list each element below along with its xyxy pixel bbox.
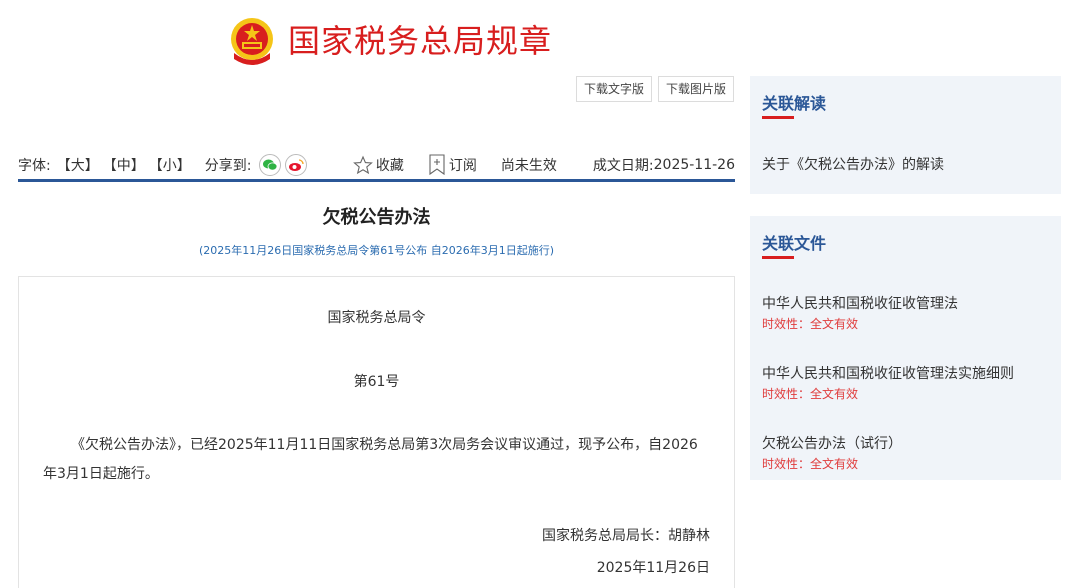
signature: 国家税务总局局长：胡静林 <box>542 528 710 544</box>
title-underline <box>762 116 794 119</box>
font-size-label: 字体: <box>18 157 51 174</box>
article-toolbar: 字体: 【大】 【中】 【小】 分享到: 收藏 订阅 尚未生效 成文日期: 20… <box>18 150 735 182</box>
download-image-button[interactable]: 下载图片版 <box>657 76 734 102</box>
related-interpretation-title: 关联解读 <box>762 94 827 113</box>
date-value: 2025-11-26 <box>653 156 735 173</box>
font-medium-button[interactable]: 【中】 <box>103 155 145 175</box>
order-heading: 国家税务总局令 <box>327 310 426 326</box>
article-title: 欠税公告办法 <box>322 207 431 228</box>
national-emblem-icon <box>231 18 273 65</box>
favorite-label: 收藏 <box>375 157 404 174</box>
title-underline <box>762 256 794 259</box>
validity-status: 时效性：全文有效 <box>762 387 859 401</box>
related-files-panel: 关联文件 中华人民共和国税收征收管理法 时效性：全文有效 中华人民共和国税收征收… <box>750 216 1061 480</box>
favorite-button[interactable]: 收藏 <box>353 155 404 175</box>
subscribe-label: 订阅 <box>448 157 477 174</box>
subscribe-icon <box>429 153 445 175</box>
order-number: 第61号 <box>353 374 400 390</box>
related-interpretation-link[interactable]: 关于《欠税公告办法》的解读 <box>762 154 944 174</box>
article-body: 国家税务总局令 第61号 《欠税公告办法》，已经2025年11月11日国家税务总… <box>18 276 735 588</box>
date-label: 成文日期: <box>592 157 654 174</box>
validity-status: 时效性：全文有效 <box>762 457 859 471</box>
related-file-link[interactable]: 欠税公告办法（试行） <box>762 433 902 453</box>
related-interpretation-panel: 关联解读 关于《欠税公告办法》的解读 <box>750 76 1061 194</box>
download-buttons: 下载文字版 下载图片版 <box>575 76 734 102</box>
font-large-button[interactable]: 【大】 <box>57 155 99 175</box>
article-paragraph: 《欠税公告办法》，已经2025年11月11日国家税务总局第3次局务会议审议通过，… <box>43 437 698 482</box>
weibo-share-icon[interactable] <box>285 153 308 176</box>
related-file-link[interactable]: 中华人民共和国税收征收管理法 <box>762 293 958 313</box>
site-title: 国家税务总局规章 <box>288 22 553 60</box>
wechat-share-icon[interactable] <box>259 153 282 176</box>
sign-date: 2025年11月26日 <box>596 560 710 576</box>
subscribe-button[interactable]: 订阅 <box>428 153 477 176</box>
download-text-button[interactable]: 下载文字版 <box>575 76 652 102</box>
star-icon <box>353 155 373 174</box>
related-files-title: 关联文件 <box>762 234 827 253</box>
validity-status: 时效性：全文有效 <box>762 317 859 331</box>
related-file-link[interactable]: 中华人民共和国税收征收管理法实施细则 <box>762 363 1014 383</box>
site-header: 国家税务总局规章 <box>226 10 552 72</box>
font-small-button[interactable]: 【小】 <box>149 155 191 175</box>
status-badge: 尚未生效 <box>500 157 557 174</box>
share-label: 分享到: <box>204 157 252 174</box>
article-subtitle: (2025年11月26日国家税务总局令第61号公布 自2026年3月1日起施行) <box>198 244 555 257</box>
